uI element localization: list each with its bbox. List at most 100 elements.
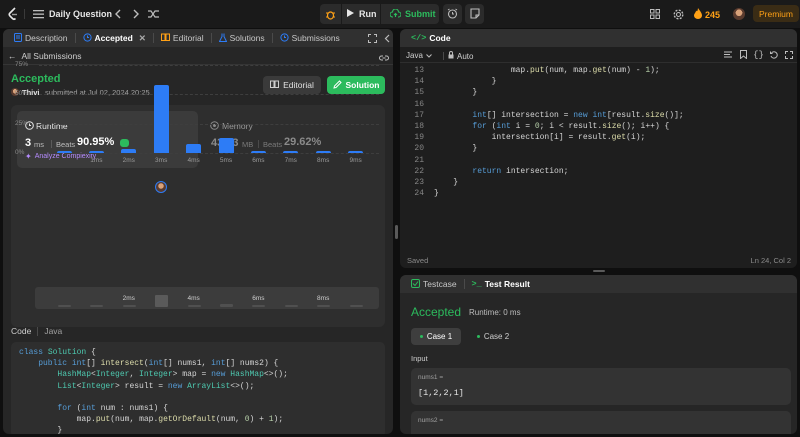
editor-line: 13 map.put(num, map.get(num) - 1); — [400, 65, 797, 76]
code-editor[interactable]: 13 map.put(num, map.get(num) - 1); 14 } 15… — [400, 65, 797, 245]
expand-icon[interactable] — [367, 33, 377, 43]
solution-button[interactable]: Solution — [327, 76, 385, 94]
chart-bar[interactable] — [283, 150, 299, 153]
brush-bar — [349, 305, 363, 307]
runtime-beats-label: Beats — [56, 140, 76, 149]
chart-bar[interactable] — [121, 149, 137, 153]
shuffle-icon[interactable] — [147, 8, 159, 20]
x-tick-label: 8ms — [317, 157, 330, 164]
debug-icon[interactable] — [324, 8, 336, 20]
chart-gridline — [39, 153, 379, 154]
case-1-tab[interactable]: Case 1 — [411, 328, 461, 345]
next-problem-icon[interactable] — [130, 8, 142, 20]
braces-icon[interactable]: {} — [753, 50, 764, 60]
leetcode-logo-icon[interactable] — [6, 6, 20, 22]
language-select[interactable]: Java — [406, 51, 432, 60]
nums1-value[interactable]: [1,2,2,1] — [418, 388, 464, 398]
gear-icon[interactable] — [672, 8, 684, 20]
code-line: } — [19, 426, 63, 434]
layout-grid-icon[interactable] — [650, 9, 660, 19]
vertical-splitter[interactable] — [395, 225, 398, 239]
problem-list-title[interactable]: Daily Question — [49, 9, 112, 19]
tab-editorial-label: Editorial — [172, 33, 204, 43]
cloud-upload-icon — [389, 8, 402, 20]
chart-bar[interactable] — [218, 137, 234, 153]
notes-button[interactable] — [465, 4, 484, 24]
x-tick-label: 5ms — [219, 157, 233, 164]
line-code: intersection[i] = result.get(i); — [491, 133, 646, 143]
divider — [210, 33, 212, 43]
format-align-icon[interactable] — [723, 50, 732, 59]
tab-editorial[interactable]: Editorial — [156, 29, 209, 47]
line-number: 17 — [414, 110, 424, 120]
streak-counter[interactable]: 245 — [694, 8, 720, 21]
tab-description[interactable]: Description — [9, 29, 73, 47]
timer-button[interactable] — [443, 4, 462, 24]
link-icon[interactable] — [379, 52, 389, 62]
tab-submissions[interactable]: Submissions — [275, 29, 345, 47]
close-icon[interactable]: ✕ — [139, 33, 146, 44]
maximize-icon[interactable] — [784, 50, 793, 59]
auto-mode-toggle[interactable]: Auto — [448, 51, 473, 61]
chart-bar[interactable] — [348, 150, 364, 153]
editor-line: 19 intersection[i] = result.get(i); — [400, 132, 797, 143]
chart-bar[interactable] — [88, 150, 104, 153]
back-to-submissions[interactable]: ← All Submissions — [8, 51, 82, 61]
collapse-icon[interactable] — [382, 33, 392, 43]
run-button[interactable]: Run — [341, 4, 381, 24]
line-number: 18 — [414, 121, 424, 131]
x-tick-label: 6ms — [252, 157, 265, 164]
x-tick-label: 1ms — [90, 157, 103, 164]
chart-range-brush[interactable]: 2ms 4ms 6ms 8ms — [35, 287, 379, 309]
runtime-label: Runtime — [36, 121, 68, 131]
all-submissions-link: All Submissions — [21, 51, 82, 61]
tab-accepted[interactable]: Accepted ✕ — [78, 29, 151, 47]
brush-tick-label: 8ms — [317, 295, 330, 302]
arrow-left-icon: ← — [8, 51, 17, 61]
tab-accepted-label: Accepted — [94, 33, 133, 43]
brush-bar — [155, 294, 169, 307]
chart-bar[interactable] — [186, 143, 202, 153]
chart-bar[interactable] — [250, 150, 266, 153]
divider — [74, 33, 76, 43]
save-status: Saved — [407, 256, 429, 265]
bookmark-icon[interactable] — [739, 50, 748, 59]
x-tick-label: 7ms — [284, 157, 297, 164]
tab-testcase[interactable]: Testcase — [406, 275, 462, 293]
history-icon — [280, 32, 289, 44]
prev-problem-icon[interactable] — [112, 8, 124, 20]
reset-icon[interactable] — [769, 50, 778, 59]
tab-solutions[interactable]: Solutions — [214, 29, 270, 47]
submitted-code-block[interactable]: class Solution { public int[] intersect(… — [11, 342, 385, 434]
brush-bar — [122, 305, 136, 307]
tab-code[interactable]: </> Code — [406, 29, 456, 47]
chart-gridline — [39, 94, 379, 96]
leetcode-badge-icon — [120, 139, 129, 147]
horizontal-splitter[interactable] — [593, 270, 605, 272]
line-code: } — [434, 144, 478, 154]
checkbox-icon — [411, 278, 420, 290]
runtime-unit: ms — [34, 140, 44, 149]
case-2-tab[interactable]: Case 2 — [468, 328, 518, 345]
submitted-time: submitted at Jul 02, 2024 20:25 — [45, 88, 150, 97]
submit-button[interactable]: Submit — [384, 4, 439, 24]
auto-label: Auto — [457, 51, 474, 61]
editor-line: 18 for (int i = 0; i < result.size(); i+… — [400, 121, 797, 132]
avatar[interactable] — [733, 8, 745, 20]
chart-bar[interactable] — [315, 150, 331, 153]
alarm-clock-icon — [447, 8, 458, 21]
editor-line: 15 } — [400, 87, 797, 98]
x-tick-label: 2ms — [122, 157, 135, 164]
problem-list-icon[interactable] — [32, 8, 44, 20]
code-line: HashMap<Integer, Integer> map = new Hash… — [57, 370, 288, 380]
code-line: for (int num : nums1) { — [57, 403, 168, 413]
editorial-button[interactable]: Editorial — [263, 76, 321, 94]
line-number: 23 — [414, 177, 424, 187]
chart-bar[interactable] — [153, 84, 169, 153]
editor-line: 17 int[] intersection = new int[result.s… — [400, 110, 797, 121]
brush-tick-label: 2ms — [122, 295, 135, 302]
line-number: 15 — [414, 88, 424, 98]
premium-button[interactable]: Premium — [753, 5, 799, 22]
chart-bar[interactable] — [56, 150, 72, 153]
tab-test-result[interactable]: >_ Test Result — [467, 275, 535, 293]
